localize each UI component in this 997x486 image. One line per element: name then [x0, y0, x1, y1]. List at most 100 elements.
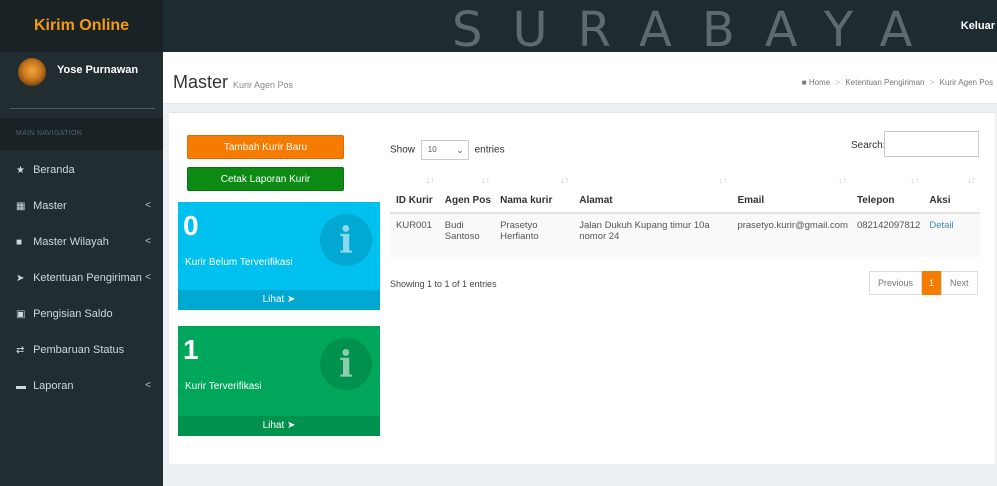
arrow-circle-right-icon: ➤: [287, 420, 296, 431]
map-icon: ■: [16, 237, 23, 248]
sidebar-divider: [10, 108, 155, 109]
sidebar-item-label: Ketentuan Pengiriman: [33, 272, 142, 284]
exchange-icon: ⇄: [16, 345, 25, 356]
breadcrumb: ■ Home > Ketentuan Pengiriman > Kurir Ag…: [801, 78, 993, 87]
avatar: [18, 58, 46, 86]
cell-email: prasetyo.kurir@gmail.com: [731, 212, 851, 257]
sidebar-item-master[interactable]: ▦ Master <: [0, 188, 163, 224]
sidebar-item-laporan[interactable]: ▬ Laporan <: [0, 368, 163, 404]
column-label: ID Kurir: [396, 195, 433, 206]
column-label: Agen Pos: [444, 195, 491, 206]
pagination: Previous 1 Next: [869, 271, 978, 295]
breadcrumb-home[interactable]: Home: [809, 78, 830, 87]
app-logo[interactable]: Kirim Online: [0, 0, 163, 52]
sort-icon: ↓↑: [560, 175, 570, 185]
sidebar: Yose Purnawan MAIN NAVIGATION ★ Beranda …: [0, 52, 163, 486]
show-label: Show: [390, 144, 416, 156]
search-label: Search:: [851, 140, 886, 151]
sidebar-item-label: Master Wilayah: [33, 236, 109, 248]
unverified-view-link[interactable]: Lihat ➤: [178, 290, 380, 310]
wallet-icon: ▣: [16, 309, 26, 320]
send-icon: ➤: [16, 273, 25, 284]
column-label: Nama kurir: [500, 195, 553, 206]
cell-alamat: Jalan Dukuh Kupang timur 10a nomor 24: [573, 212, 732, 257]
unverified-label: Kurir Belum Terverifikasi: [185, 257, 293, 268]
sort-icon: ↓↑: [910, 175, 920, 185]
add-courier-button[interactable]: Tambah Kurir Baru: [187, 135, 344, 159]
pagination-page-1[interactable]: 1: [922, 271, 942, 295]
page-subtitle: Kurir Agen Pos: [233, 80, 294, 90]
chevron-left-icon: <: [145, 200, 151, 211]
table-length-control: Show 10 ⌄ entries: [390, 140, 505, 160]
column-header-aksi[interactable]: Aksi ↓↑: [923, 165, 980, 214]
verified-count: 1: [183, 334, 199, 365]
column-header-alamat[interactable]: Alamat ↓↑: [573, 165, 732, 214]
verified-view-link[interactable]: Lihat ➤: [178, 416, 380, 436]
unverified-count: 0: [183, 210, 199, 241]
chevron-down-icon: ⌄: [456, 145, 464, 155]
nav-header: MAIN NAVIGATION: [0, 118, 163, 150]
entries-select[interactable]: 10 ⌄: [420, 140, 469, 160]
search-input[interactable]: [884, 131, 979, 157]
info-icon: i: [320, 338, 372, 390]
view-link-label: Lihat: [262, 294, 285, 305]
cell-id: KUR001: [390, 212, 439, 257]
column-label: Email: [737, 195, 765, 206]
sidebar-item-pengisian-saldo[interactable]: ▣ Pengisian Saldo: [0, 296, 163, 332]
sidebar-item-master-wilayah[interactable]: ■ Master Wilayah <: [0, 224, 163, 260]
column-label: Alamat: [579, 195, 613, 206]
watermark: SURABAYA: [452, 2, 943, 58]
sidebar-item-pembaruan-status[interactable]: ⇄ Pembaruan Status: [0, 332, 163, 368]
print-report-button[interactable]: Cetak Laporan Kurir: [187, 167, 344, 191]
sidebar-item-ketentuan-pengiriman[interactable]: ➤ Ketentuan Pengiriman <: [0, 260, 163, 296]
sort-asc-icon: ↓↑: [425, 175, 435, 185]
grid-icon: ▦: [16, 201, 26, 212]
cell-nama: Prasetyo Herfianto: [494, 212, 574, 257]
unverified-courier-box: 0 Kurir Belum Terverifikasi i Lihat ➤: [178, 202, 380, 310]
column-label: Aksi: [929, 195, 951, 206]
chevron-left-icon: <: [145, 272, 151, 283]
pagination-next[interactable]: Next: [941, 271, 978, 295]
detail-link[interactable]: Detail: [929, 220, 953, 231]
content-header: Master Kurir Agen Pos ■ Home > Ketentuan …: [163, 52, 997, 104]
table-row: KUR001 Budi Santoso Prasetyo Herfianto J…: [390, 212, 980, 257]
info-icon: i: [320, 214, 372, 266]
home-icon: ★: [16, 165, 25, 176]
column-header-id[interactable]: ID Kurir ↓↑: [390, 165, 439, 214]
top-navbar: Kirim Online SURABAYA Keluar: [0, 0, 997, 58]
breadcrumb-current: Kurir Agen Pos: [939, 78, 993, 87]
sort-icon: ↓↑: [837, 175, 847, 185]
column-header-email[interactable]: Email ↓↑: [731, 165, 851, 214]
sidebar-item-beranda[interactable]: ★ Beranda: [0, 152, 163, 188]
home-icon: ■: [801, 78, 807, 87]
user-name: Yose Purnawan: [57, 64, 139, 76]
logout-link[interactable]: Keluar: [961, 0, 995, 52]
view-link-label: Lihat: [262, 420, 285, 431]
sort-icon: ↓↑: [967, 175, 976, 185]
table-info: Showing 1 to 1 of 1 entries: [390, 279, 497, 289]
sidebar-item-label: Laporan: [33, 380, 74, 392]
column-header-nama[interactable]: Nama kurir ↓↑: [494, 165, 574, 214]
breadcrumb-ketentuan[interactable]: Ketentuan Pengiriman: [845, 78, 924, 87]
page-title: Master Kurir Agen Pos: [173, 72, 293, 93]
folder-icon: ▬: [16, 381, 26, 392]
sidebar-item-label: Pengisian Saldo: [33, 308, 113, 320]
chevron-left-icon: <: [145, 236, 151, 247]
cell-aksi: Detail: [923, 212, 980, 257]
sort-icon: ↓↑: [718, 175, 728, 185]
sidebar-item-label: Beranda: [33, 164, 75, 176]
verified-label: Kurir Terverifikasi: [185, 381, 262, 392]
sidebar-item-label: Master: [33, 200, 67, 212]
user-panel: Yose Purnawan: [0, 52, 163, 107]
verified-courier-box: 1 Kurir Terverifikasi i Lihat ➤: [178, 326, 380, 436]
logo-box[interactable]: Kirim Online: [0, 0, 163, 52]
cell-telepon: 082142097812: [850, 212, 924, 257]
content-wrapper: Master Kurir Agen Pos ■ Home > Ketentuan …: [163, 52, 997, 486]
column-header-telepon[interactable]: Telepon ↓↑: [850, 165, 924, 214]
page-title-text: Master: [173, 72, 229, 92]
column-header-agen[interactable]: Agen Pos ↓↑: [438, 165, 495, 214]
column-label: Telepon: [856, 195, 895, 206]
chevron-left-icon: <: [145, 380, 151, 391]
sidebar-item-label: Pembaruan Status: [33, 344, 125, 356]
pagination-previous[interactable]: Previous: [869, 271, 923, 295]
